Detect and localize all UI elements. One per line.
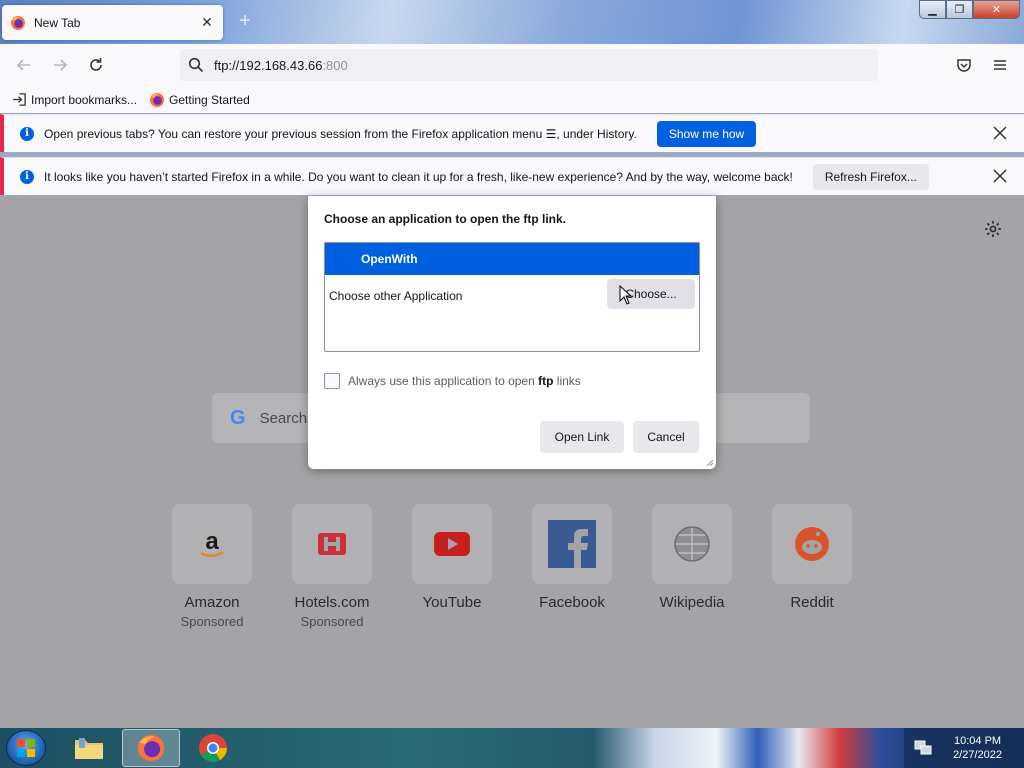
pocket-icon [957, 59, 971, 72]
search-placeholder: Search [259, 409, 308, 427]
close-window-button[interactable]: ✕ [973, 0, 1020, 19]
firefox-icon [150, 92, 165, 107]
hotels-icon [318, 533, 346, 555]
back-button[interactable] [12, 53, 36, 77]
folder-icon [75, 738, 103, 759]
top-site-amazon[interactable]: a Amazon Sponsored [152, 504, 272, 629]
svg-text:a: a [205, 528, 219, 555]
tab-close-icon[interactable]: ✕ [199, 14, 215, 31]
gear-icon[interactable] [984, 220, 1002, 238]
youtube-icon [434, 532, 470, 556]
start-button[interactable] [6, 730, 46, 766]
tile-title: Reddit [790, 594, 834, 611]
reload-button[interactable] [84, 53, 108, 77]
top-site-hotels[interactable]: Hotels.com Sponsored [272, 504, 392, 629]
pocket-button[interactable] [952, 53, 976, 77]
open-link-button[interactable]: Open Link [540, 421, 624, 453]
notification-message: It looks like you haven’t started Firefo… [44, 169, 793, 184]
navigation-bar: ftp://192.168.43.66:800 [0, 44, 1024, 86]
tile-sponsored-label: Sponsored [180, 614, 244, 629]
firefox-icon [11, 15, 25, 30]
top-site-reddit[interactable]: Reddit [752, 504, 872, 614]
google-icon: G [230, 406, 246, 429]
top-site-youtube[interactable]: YouTube [392, 504, 512, 614]
arrow-left-icon [16, 59, 30, 71]
url-port: :800 [322, 57, 348, 73]
minimize-button[interactable]: ▁ [919, 0, 946, 19]
taskbar: 10:04 PM 2/27/2022 [0, 728, 1024, 768]
tile-sponsored-label: Sponsored [300, 614, 364, 629]
bookmark-getting-started[interactable]: Getting Started [149, 92, 250, 108]
app-option-choose-other[interactable]: Choose other Application Choose... [325, 275, 699, 317]
url-host: ftp://192.168.43.66 [214, 57, 323, 73]
application-list[interactable]: OpenWith Choose other Application Choose… [324, 242, 700, 352]
new-tab-button[interactable]: + [234, 10, 256, 32]
tile-title: Amazon [184, 594, 240, 611]
firefox-icon [137, 734, 165, 762]
chrome-icon [199, 734, 227, 762]
title-bar: New Tab ✕ + ▁ ❐ ✕ [0, 0, 1024, 44]
import-icon [12, 93, 26, 106]
forward-button[interactable] [48, 53, 72, 77]
cancel-button[interactable]: Cancel [633, 421, 699, 453]
taskbar-chrome[interactable] [184, 729, 242, 767]
notification-message: Open previous tabs? You can restore your… [44, 126, 637, 141]
arrow-right-icon [54, 59, 68, 71]
taskbar-file-explorer[interactable] [60, 729, 118, 767]
restore-session-notification: i Open previous tabs? You can restore yo… [0, 114, 1024, 152]
windows-logo-icon [17, 739, 35, 757]
always-use-checkbox[interactable] [324, 373, 340, 389]
open-with-dialog: Choose an application to open the ftp li… [308, 196, 716, 469]
hamburger-menu-icon [994, 60, 1006, 70]
top-site-wikipedia[interactable]: Wikipedia [632, 504, 752, 614]
clock[interactable]: 10:04 PM 2/27/2022 [953, 734, 1002, 762]
search-icon [188, 57, 204, 73]
tab-title: New Tab [34, 15, 81, 30]
app-menu-button[interactable] [988, 53, 1012, 77]
bookmark-label: Getting Started [169, 92, 250, 107]
refresh-firefox-notification: i It looks like you haven’t started Fire… [0, 157, 1024, 195]
network-icon[interactable] [914, 740, 932, 756]
clock-date: 2/27/2022 [953, 749, 1002, 761]
tile-title: Hotels.com [294, 594, 370, 611]
reload-icon [90, 58, 102, 71]
always-use-row[interactable]: Always use this application to open ftp … [324, 373, 581, 389]
tile-title: Facebook [539, 594, 605, 611]
window-controls: ▁ ❐ ✕ [919, 0, 1020, 19]
amazon-icon: a [200, 528, 224, 557]
close-icon[interactable] [992, 168, 1008, 184]
bookmarks-toolbar: Import bookmarks... Getting Started [0, 86, 1024, 113]
info-icon: i [20, 126, 34, 141]
tile-title: Wikipedia [659, 594, 725, 611]
bookmark-label: Import bookmarks... [31, 92, 138, 107]
info-icon: i [20, 169, 34, 184]
taskbar-firefox[interactable] [122, 729, 180, 767]
url-bar[interactable]: ftp://192.168.43.66:800 [180, 49, 878, 81]
top-site-facebook[interactable]: Facebook [512, 504, 632, 614]
dialog-title: Choose an application to open the ftp li… [324, 212, 567, 226]
resize-grip-icon[interactable] [706, 459, 714, 467]
tab-new-tab[interactable]: New Tab ✕ [2, 5, 223, 40]
choose-other-label: Choose other Application [329, 289, 463, 303]
close-icon[interactable] [992, 125, 1008, 141]
wikipedia-icon [674, 526, 710, 562]
app-option-openwith[interactable]: OpenWith [325, 243, 699, 275]
reddit-icon [795, 527, 829, 561]
bookmark-import[interactable]: Import bookmarks... [12, 92, 137, 107]
maximize-button[interactable]: ❐ [946, 0, 973, 19]
show-me-how-button[interactable]: Show me how [656, 120, 757, 147]
refresh-firefox-button[interactable]: Refresh Firefox... [812, 163, 929, 190]
mouse-cursor-icon [619, 285, 632, 305]
always-use-label: Always use this application to open ftp … [348, 374, 581, 388]
tile-title: YouTube [422, 594, 482, 611]
facebook-icon [548, 520, 596, 568]
system-tray: 10:04 PM 2/27/2022 [904, 728, 1024, 768]
clock-time: 10:04 PM [953, 735, 1002, 747]
